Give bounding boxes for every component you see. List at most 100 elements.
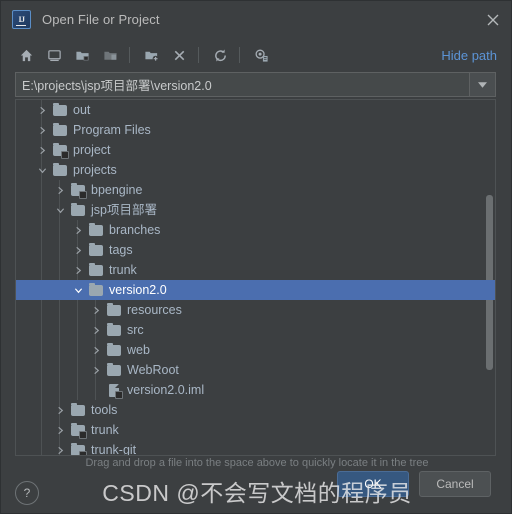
tree-row[interactable]: version2.0.iml — [16, 380, 495, 400]
file-badge-icon — [106, 382, 123, 399]
tree-row[interactable]: tags — [16, 240, 495, 260]
path-field-row — [15, 72, 496, 97]
tree-row[interactable]: Program Files — [16, 120, 495, 140]
folder-icon — [106, 302, 122, 318]
tree-row[interactable]: branches — [16, 220, 495, 240]
tree-row[interactable]: WebRoot — [16, 360, 495, 380]
new-folder-icon[interactable] — [139, 43, 163, 67]
folder-icon — [52, 102, 68, 118]
title-bar: IJ Open File or Project — [1, 1, 511, 38]
tree-row-label: trunk — [109, 262, 137, 277]
tree-row-label: Program Files — [73, 122, 151, 137]
tree-row-label: WebRoot — [127, 362, 179, 377]
tree-row[interactable]: src — [16, 320, 495, 340]
folder-badge-icon — [70, 182, 87, 199]
tree-row-label: tools — [91, 402, 118, 417]
chevron-down-icon — [478, 81, 487, 88]
folder-icon — [70, 202, 86, 218]
tree-row[interactable]: trunk-git — [16, 440, 495, 456]
refresh-icon[interactable] — [208, 43, 232, 67]
tree-row-label: branches — [109, 222, 161, 237]
help-button[interactable]: ? — [15, 481, 39, 505]
ok-button[interactable]: OK — [337, 471, 409, 497]
folder-icon — [88, 242, 104, 258]
chevron-right-icon[interactable] — [54, 404, 66, 416]
path-dropdown-button[interactable] — [469, 73, 495, 96]
folder-icon — [106, 342, 122, 358]
intellij-logo-text: IJ — [18, 14, 25, 24]
drag-drop-hint: Drag and drop a file into the space abov… — [85, 457, 429, 469]
chevron-right-icon[interactable] — [54, 184, 66, 196]
chevron-right-icon[interactable] — [72, 244, 84, 256]
chevron-right-icon[interactable] — [54, 424, 66, 436]
tree-row-label: bpengine — [91, 182, 143, 197]
folder-icon — [106, 322, 122, 338]
chevron-right-icon[interactable] — [72, 264, 84, 276]
close-icon[interactable] — [483, 10, 503, 30]
folder-icon — [88, 222, 104, 238]
folder-icon — [70, 402, 86, 418]
project-folder-icon[interactable] — [70, 43, 94, 67]
chevron-down-icon[interactable] — [54, 204, 66, 216]
tree-row-label: resources — [127, 302, 182, 317]
chevron-right-icon[interactable] — [72, 224, 84, 236]
show-hidden-icon[interactable] — [249, 43, 273, 67]
toolbar-separator-3 — [239, 47, 240, 63]
folder-icon — [52, 162, 68, 178]
path-input[interactable] — [16, 73, 469, 96]
tree-row[interactable]: projects — [16, 160, 495, 180]
file-tree: out Program Files project projects bpengine j… — [16, 100, 495, 455]
hide-path-link[interactable]: Hide path — [441, 48, 497, 63]
module-folder-icon[interactable] — [98, 43, 122, 67]
open-file-or-project-dialog: IJ Open File or Project Hide path E:\pro… — [0, 0, 512, 514]
folder-icon — [88, 262, 104, 278]
tree-row-label: version2.0 — [109, 282, 167, 297]
home-icon[interactable] — [14, 43, 38, 67]
chevron-right-icon[interactable] — [90, 364, 102, 376]
chevron-right-icon[interactable] — [36, 104, 48, 116]
chevron-right-icon[interactable] — [90, 304, 102, 316]
chevron-right-icon[interactable] — [36, 144, 48, 156]
dialog-title: Open File or Project — [42, 12, 160, 27]
chevron-down-icon[interactable] — [36, 164, 48, 176]
folder-icon — [106, 362, 122, 378]
tree-row-label: trunk — [91, 422, 119, 437]
chevron-right-icon[interactable] — [54, 444, 66, 455]
tree-row[interactable]: resources — [16, 300, 495, 320]
cancel-button[interactable]: Cancel — [419, 471, 491, 497]
tree-row[interactable]: tools — [16, 400, 495, 420]
toolbar-separator-1 — [129, 47, 130, 63]
intellij-idea-logo-icon: IJ — [12, 10, 31, 29]
tree-row[interactable]: project — [16, 140, 495, 160]
tree-row-label: src — [127, 322, 144, 337]
tree-row[interactable]: jsp项目部署 — [16, 200, 495, 220]
chevron-right-icon[interactable] — [90, 344, 102, 356]
tree-row[interactable]: bpengine — [16, 180, 495, 200]
tree-row-label: jsp项目部署 — [91, 202, 157, 217]
chevron-right-icon[interactable] — [36, 124, 48, 136]
tree-row-label: projects — [73, 162, 117, 177]
tree-row[interactable]: out — [16, 100, 495, 120]
folder-badge-icon — [52, 142, 69, 159]
tree-row[interactable]: version2.0 — [16, 280, 495, 300]
toolbar: Hide path — [1, 39, 511, 71]
tree-row-label: project — [73, 142, 111, 157]
folder-icon — [52, 122, 68, 138]
tree-row-label: out — [73, 102, 91, 117]
folder-icon — [88, 282, 104, 298]
tree-row[interactable]: trunk — [16, 260, 495, 280]
chevron-down-icon[interactable] — [72, 284, 84, 296]
tree-row-label: web — [127, 342, 150, 357]
folder-badge-icon — [70, 442, 87, 455]
toolbar-separator-2 — [198, 47, 199, 63]
tree-row-label: tags — [109, 242, 133, 257]
tree-row[interactable]: trunk — [16, 420, 495, 440]
file-tree-panel[interactable]: out Program Files project projects bpengine j… — [15, 99, 496, 456]
chevron-right-icon[interactable] — [90, 324, 102, 336]
tree-row[interactable]: web — [16, 340, 495, 360]
tree-row-label: version2.0.iml — [127, 382, 205, 397]
desktop-icon[interactable] — [42, 43, 66, 67]
delete-icon[interactable] — [167, 43, 191, 67]
folder-badge-icon — [70, 422, 87, 439]
tree-row-label: trunk-git — [91, 442, 137, 456]
